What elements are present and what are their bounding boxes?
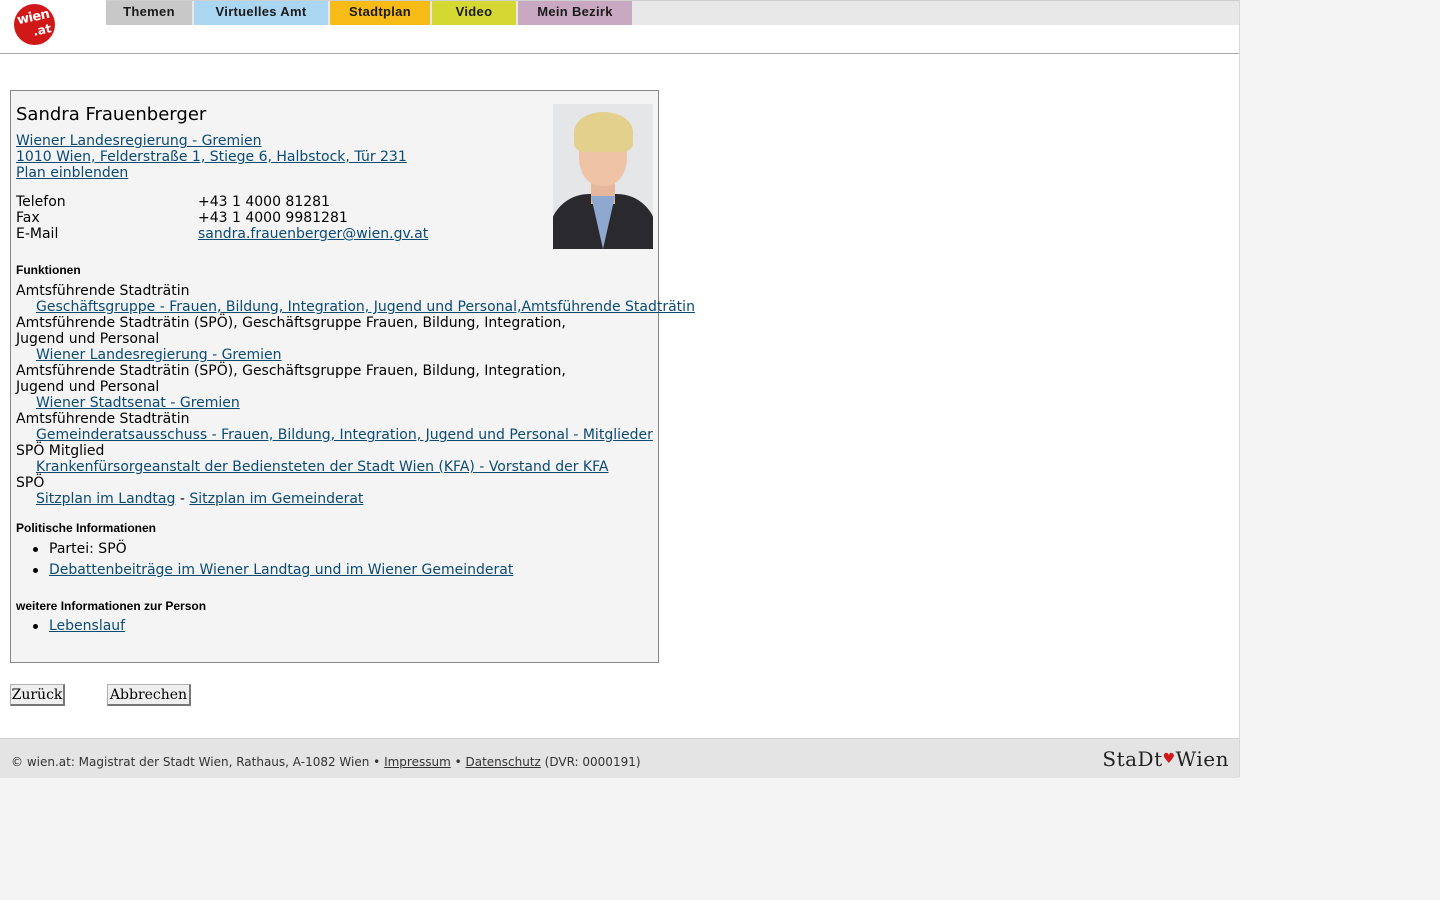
main-nav: Themen Virtuelles Amt Stadtplan Video Me… [106,0,1239,25]
debate-link[interactable]: Debattenbeiträge im Wiener Landtag und i… [49,562,513,578]
brand-stadt: StaDt [1102,747,1163,771]
footer-copyright: © wien.at: Magistrat der Stadt Wien, Rat… [11,755,385,769]
function-role: Amtsführende Stadträtin (SPÖ), Geschäfts… [16,315,566,347]
seat-plan-links: Sitzplan im Landtag - Sitzplan im Gemein… [36,491,363,507]
bullet-icon [33,547,38,552]
org-link[interactable]: Wiener Landesregierung - Gremien [16,133,262,149]
tab-stadtplan[interactable]: Stadtplan [330,1,430,25]
impressum-link[interactable]: Impressum [384,755,451,769]
footer-text: © wien.at: Magistrat der Stadt Wien, Rat… [11,755,641,769]
page: wien .at Themen Virtuelles Amt Stadtplan… [0,0,1240,778]
bullet-icon [33,568,38,573]
show-plan-link[interactable]: Plan einblenden [16,165,128,181]
tab-mein-bezirk[interactable]: Mein Bezirk [518,1,632,25]
tab-video[interactable]: Video [432,1,516,25]
cancel-button[interactable]: Abbrechen [107,684,191,706]
function-role: Amtsführende Stadträtin (SPÖ), Geschäfts… [16,363,566,395]
function-link[interactable]: Geschäftsgruppe - Frauen, Bildung, Integ… [36,299,695,315]
function-role: SPÖ [16,475,45,491]
party-info: Partei: SPÖ [49,541,127,557]
person-name: Sandra Frauenberger [16,104,207,125]
person-photo [553,104,653,249]
back-button[interactable]: Zurück [10,684,65,706]
fax-value: +43 1 4000 9981281 [198,210,348,226]
function-role: SPÖ Mitglied [16,443,105,459]
footer: © wien.at: Magistrat der Stadt Wien, Rat… [0,738,1239,778]
function-link[interactable]: Wiener Stadtsenat - Gremien [36,395,240,411]
function-role: Amtsführende Stadträtin [16,411,190,427]
cv-link[interactable]: Lebenslauf [49,618,125,634]
footer-separator: • [450,755,466,769]
functions-heading: Funktionen [16,263,81,277]
political-heading: Politische Informationen [16,521,157,535]
person-card: Sandra Frauenberger Wiener Landesregieru… [10,90,695,663]
tab-themen[interactable]: Themen [106,1,192,25]
function-link[interactable]: Gemeinderatsausschuss - Frauen, Bildung,… [36,427,653,443]
email-link[interactable]: sandra.frauenberger@wien.gv.at [198,226,428,242]
seat-plan-gemeinderat-link[interactable]: Sitzplan im Gemeinderat [189,491,363,507]
brand-wien: Wien [1175,747,1229,771]
phone-label: Telefon [16,194,66,210]
header: wien .at Themen Virtuelles Amt Stadtplan… [0,0,1239,54]
wien-at-logo[interactable]: wien .at [14,4,55,45]
fax-label: Fax [16,210,40,226]
phone-value: +43 1 4000 81281 [198,194,330,210]
footer-dvr: (DVR: 0000191) [540,755,641,769]
address-link[interactable]: 1010 Wien, Felderstraße 1, Stiege 6, Hal… [16,149,407,165]
email-label: E-Mail [16,226,59,242]
seat-plan-landtag-link[interactable]: Sitzplan im Landtag [36,491,175,507]
function-link[interactable]: Wiener Landesregierung - Gremien [36,347,282,363]
function-link[interactable]: Krankenfürsorgeanstalt der Bediensteten … [36,459,608,475]
bullet-icon [33,624,38,629]
stadt-wien-logo[interactable]: StaDt♥Wien [1102,747,1229,771]
heart-icon: ♥ [1162,751,1176,767]
more-info-heading: weitere Informationen zur Person [16,599,207,613]
logo-text-at: .at [31,21,53,39]
photo-hair-shape [574,112,633,152]
datenschutz-link[interactable]: Datenschutz [465,755,540,769]
seat-plan-separator: - [175,491,190,507]
tab-virtuelles-amt[interactable]: Virtuelles Amt [194,1,328,25]
function-role: Amtsführende Stadträtin [16,283,190,299]
